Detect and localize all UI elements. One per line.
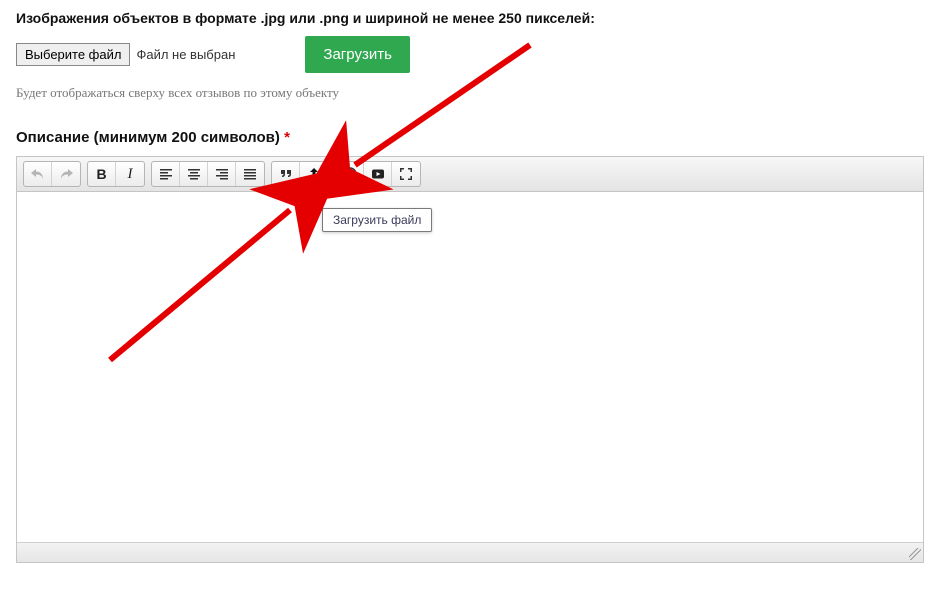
file-row: Выберите файл Файл не выбран Загрузить bbox=[16, 36, 921, 73]
editor: B I bbox=[16, 156, 924, 563]
bold-button[interactable]: B bbox=[88, 162, 116, 186]
quote-button[interactable] bbox=[272, 162, 300, 186]
fullscreen-button[interactable] bbox=[392, 162, 420, 186]
upload-hint: Будет отображаться сверху всех отзывов п… bbox=[16, 85, 921, 101]
undo-icon bbox=[30, 166, 46, 182]
align-justify-button[interactable] bbox=[236, 162, 264, 186]
emoji-icon bbox=[342, 166, 358, 182]
toolbar-format-group: B I bbox=[87, 161, 145, 187]
align-left-icon bbox=[158, 166, 174, 182]
editor-textarea[interactable] bbox=[17, 192, 923, 542]
redo-icon bbox=[58, 166, 74, 182]
toolbar-history-group bbox=[23, 161, 81, 187]
upload-file-icon bbox=[306, 166, 322, 182]
description-label-text: Описание (минимум 200 символов) bbox=[16, 129, 280, 146]
toolbar-align-group bbox=[151, 161, 265, 187]
toolbar-media-group bbox=[335, 161, 421, 187]
video-icon bbox=[370, 166, 386, 182]
redo-button[interactable] bbox=[52, 162, 80, 186]
upload-button[interactable]: Загрузить bbox=[305, 36, 410, 73]
resize-handle[interactable] bbox=[909, 548, 921, 560]
undo-button[interactable] bbox=[24, 162, 52, 186]
choose-file-button[interactable]: Выберите файл bbox=[16, 43, 130, 66]
description-label: Описание (минимум 200 символов) * bbox=[16, 129, 921, 146]
align-justify-icon bbox=[242, 166, 258, 182]
editor-toolbar: B I bbox=[17, 157, 923, 192]
video-button[interactable] bbox=[364, 162, 392, 186]
align-right-icon bbox=[214, 166, 230, 182]
upload-file-button[interactable] bbox=[300, 162, 328, 186]
align-right-button[interactable] bbox=[208, 162, 236, 186]
toolbar-insert-group bbox=[271, 161, 329, 187]
editor-footer bbox=[17, 542, 923, 562]
upload-file-tooltip: Загрузить файл bbox=[322, 208, 432, 232]
image-upload-label: Изображения объектов в формате .jpg или … bbox=[16, 10, 921, 26]
file-status-text: Файл не выбран bbox=[136, 47, 235, 62]
quote-icon bbox=[278, 166, 294, 182]
align-center-icon bbox=[186, 166, 202, 182]
emoji-button[interactable] bbox=[336, 162, 364, 186]
align-left-button[interactable] bbox=[152, 162, 180, 186]
required-mark: * bbox=[284, 129, 290, 146]
align-center-button[interactable] bbox=[180, 162, 208, 186]
italic-button[interactable]: I bbox=[116, 162, 144, 186]
fullscreen-icon bbox=[398, 166, 414, 182]
